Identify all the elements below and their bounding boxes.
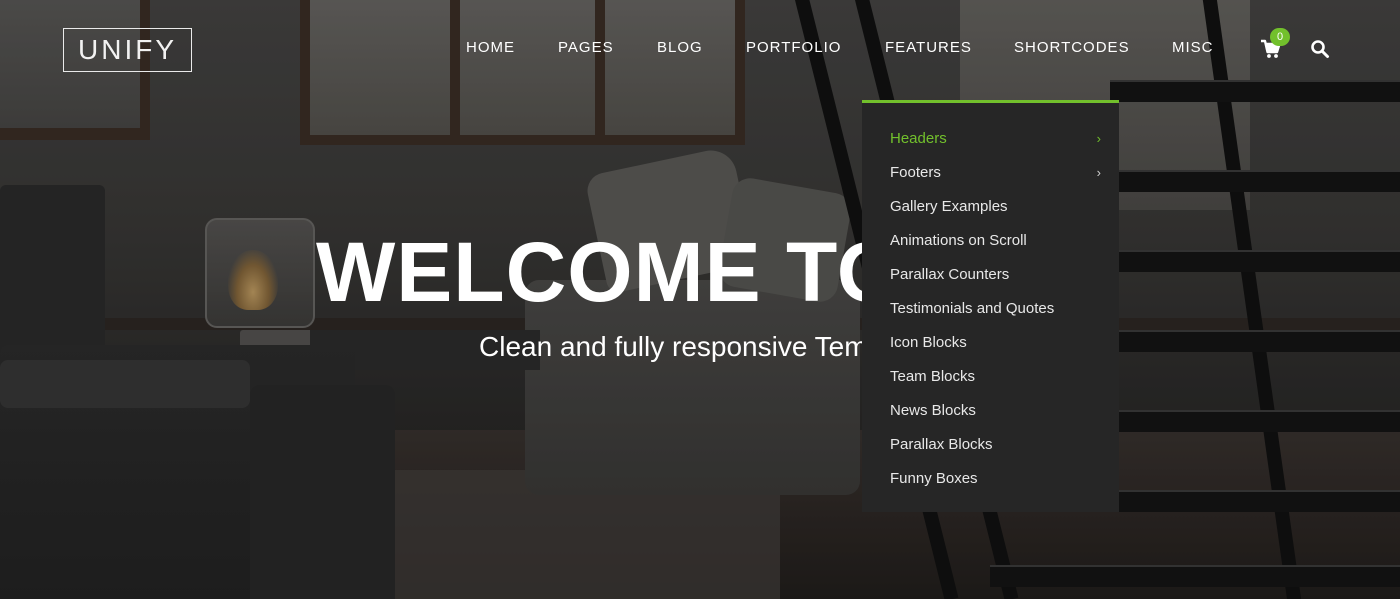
chevron-right-icon: › — [1096, 131, 1101, 146]
dropdown-item-icon-blocks[interactable]: Icon Blocks — [890, 331, 1105, 355]
dropdown-item-footers[interactable]: Footers › — [890, 161, 1105, 185]
nav-item-pages[interactable]: PAGES — [558, 38, 614, 58]
nav-item-features[interactable]: FEATURES — [885, 38, 972, 58]
nav-item-misc[interactable]: MISC — [1172, 38, 1214, 58]
search-icon[interactable] — [1310, 39, 1330, 59]
dropdown-item-testimonials-and-quotes[interactable]: Testimonials and Quotes — [890, 297, 1105, 321]
dropdown-item-parallax-blocks[interactable]: Parallax Blocks — [890, 433, 1105, 457]
dropdown-item-news-blocks[interactable]: News Blocks — [890, 399, 1105, 423]
dropdown-item-label: Headers — [890, 130, 947, 147]
hero-subtitle: Clean and fully responsive Temp — [479, 331, 884, 362]
dropdown-item-label: Footers — [890, 164, 941, 181]
features-dropdown-menu: Headers › Footers › Gallery Examples Ani… — [862, 100, 1119, 512]
dropdown-item-gallery-examples[interactable]: Gallery Examples — [890, 195, 1105, 219]
dropdown-item-animations-on-scroll[interactable]: Animations on Scroll — [890, 229, 1105, 253]
chevron-right-icon: › — [1096, 165, 1101, 180]
dropdown-item-headers[interactable]: Headers › — [890, 127, 1105, 151]
dropdown-item-parallax-counters[interactable]: Parallax Counters — [890, 263, 1105, 287]
dropdown-item-team-blocks[interactable]: Team Blocks — [890, 365, 1105, 389]
nav-item-shortcodes[interactable]: SHORTCODES — [1014, 38, 1130, 58]
nav-item-portfolio[interactable]: PORTFOLIO — [746, 38, 841, 58]
main-nav: HOME PAGES BLOG PORTFOLIO FEATURES SHORT… — [0, 38, 1400, 60]
cart-count-badge: 0 — [1270, 28, 1290, 46]
nav-item-blog[interactable]: BLOG — [657, 38, 703, 58]
nav-item-home[interactable]: HOME — [466, 38, 515, 58]
dropdown-item-funny-boxes[interactable]: Funny Boxes — [890, 467, 1105, 491]
